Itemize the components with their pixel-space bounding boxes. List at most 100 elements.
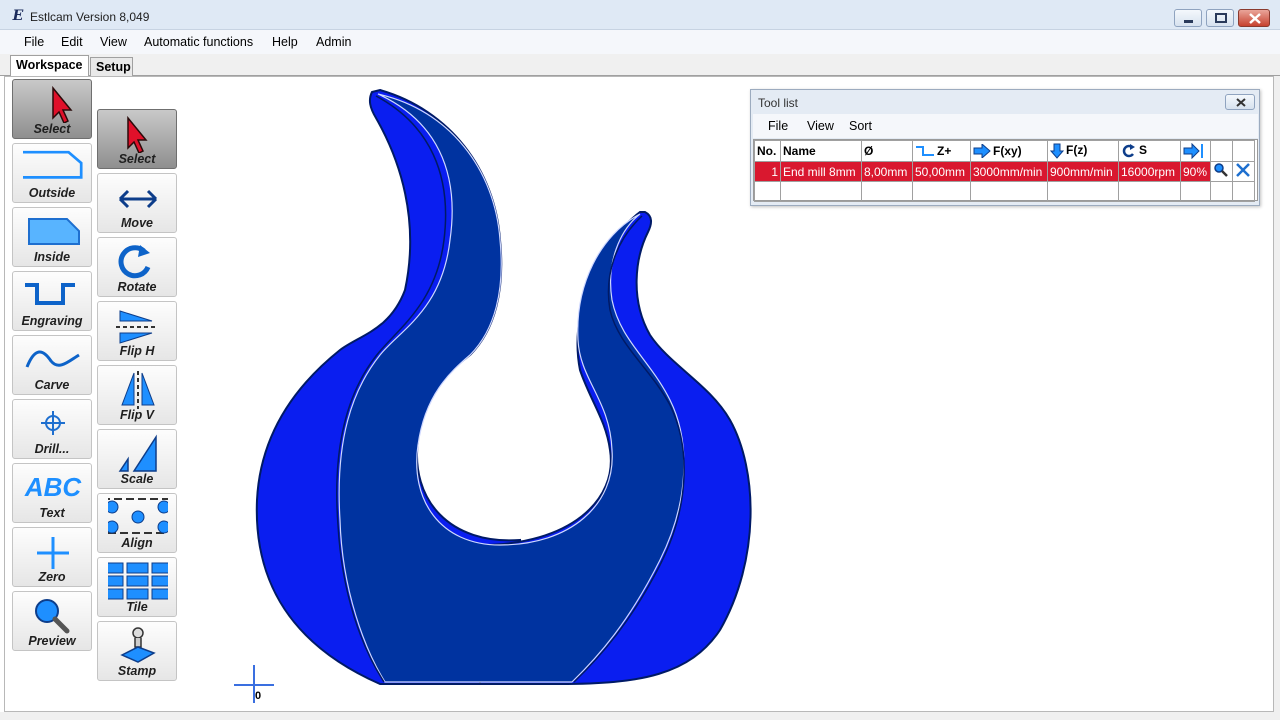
carve-icon <box>25 350 80 368</box>
select-transform-button[interactable]: Select <box>97 109 177 169</box>
zero-tool-label: Zero <box>38 570 66 584</box>
delete-tool-icon <box>1236 163 1250 177</box>
table-header-row: No. Name Ø Z+ F(xy) F(z) S <box>754 140 1255 162</box>
table-row[interactable]: 1 End mill 8mm 8,00mm 50,00mm 3000mm/min… <box>754 161 1255 182</box>
arrow-down-icon <box>1049 143 1065 159</box>
column-header-fz[interactable]: F(z) <box>1047 140 1119 162</box>
engraving-tool-button[interactable]: Engraving <box>12 271 92 331</box>
tool-list-window: Tool list File View Sort No. Name Ø Z+ F… <box>750 89 1260 206</box>
column-header-step[interactable] <box>1180 140 1211 162</box>
rotate-label: Rotate <box>117 280 157 294</box>
preview-tool-label: Preview <box>28 634 76 648</box>
engraving-icon <box>25 283 75 305</box>
fz-label: F(z) <box>1066 143 1088 158</box>
zero-origin-label: 0 <box>255 690 262 702</box>
select-tool-label: Select <box>33 122 71 136</box>
text-abc-icon: ABC <box>24 472 82 502</box>
tool-list-menu-bar: File View Sort <box>753 114 1258 138</box>
cell-fxy[interactable]: 3000mm/min <box>970 161 1048 182</box>
stamp-button[interactable]: Stamp <box>97 621 177 681</box>
inside-contour-icon <box>28 218 80 245</box>
flip-v-button[interactable]: Flip V <box>97 365 177 425</box>
close-icon <box>1236 98 1246 107</box>
outside-tool-button[interactable]: Outside <box>12 143 92 203</box>
rotate-icon <box>118 245 151 279</box>
column-header-no[interactable]: No. <box>754 140 781 162</box>
rotate-button[interactable]: Rotate <box>97 237 177 297</box>
search-icon <box>1214 163 1228 177</box>
column-header-spindle[interactable]: S <box>1118 140 1181 162</box>
carve-tool-button[interactable]: Carve <box>12 335 92 395</box>
stamp-label: Stamp <box>117 664 157 678</box>
column-header-fxy[interactable]: F(xy) <box>970 140 1048 162</box>
tool-list-menu-view[interactable]: View <box>807 119 834 133</box>
tool-list-close-button[interactable] <box>1225 94 1255 110</box>
cell-search[interactable] <box>1210 161 1233 182</box>
arrow-right-stop-icon <box>1183 142 1203 160</box>
flip-v-label: Flip V <box>119 408 155 422</box>
cell-no[interactable]: 1 <box>754 161 781 182</box>
cell-spindle[interactable]: 16000rpm <box>1118 161 1181 182</box>
column-header-blank-2 <box>1232 140 1255 162</box>
cell-fz[interactable]: 900mm/min <box>1047 161 1119 182</box>
flip-h-label: Flip H <box>119 344 155 358</box>
arrow-right-icon <box>973 143 991 160</box>
scale-icon <box>118 434 157 472</box>
cursor-arrow-icon <box>52 85 73 123</box>
tile-icon <box>108 562 168 600</box>
column-header-blank-1 <box>1210 140 1233 162</box>
column-header-diameter[interactable]: Ø <box>861 140 913 162</box>
move-arrows-icon <box>118 189 158 209</box>
spindle-label: S <box>1139 143 1148 158</box>
inside-tool-button[interactable]: Inside <box>12 207 92 267</box>
column-header-name[interactable]: Name <box>780 140 862 162</box>
cell-diameter[interactable]: 8,00mm <box>861 161 913 182</box>
zero-tool-button[interactable]: Zero <box>12 527 92 587</box>
move-button[interactable]: Move <box>97 173 177 233</box>
drill-tool-label: Drill... <box>34 442 70 456</box>
table-row-empty[interactable] <box>754 181 1255 202</box>
tool-list-menu-sort[interactable]: Sort <box>849 119 872 133</box>
scale-label: Scale <box>120 472 154 486</box>
carve-tool-label: Carve <box>34 378 70 392</box>
engraving-tool-label: Engraving <box>21 314 83 328</box>
text-tool-button[interactable]: ABC Text <box>12 463 92 523</box>
magnifier-icon <box>35 599 70 634</box>
tool-table: No. Name Ø Z+ F(xy) F(z) S 1 End mill 8m… <box>754 140 1255 202</box>
cell-delete[interactable] <box>1232 161 1255 182</box>
outside-tool-label: Outside <box>28 186 76 200</box>
cell-z-plus[interactable]: 50,00mm <box>912 161 971 182</box>
align-button[interactable]: Align <box>97 493 177 553</box>
z-plus-step-icon <box>916 146 934 157</box>
select-tool-button[interactable]: Select <box>12 79 92 139</box>
scale-button[interactable]: Scale <box>97 429 177 489</box>
preview-tool-button[interactable]: Preview <box>12 591 92 651</box>
align-icon <box>108 498 168 534</box>
flame-inner-region[interactable] <box>338 93 685 683</box>
zero-origin-icon[interactable] <box>232 665 276 705</box>
z-plus-label: Z+ <box>937 143 952 158</box>
tool-list-menu-file[interactable]: File <box>768 119 788 133</box>
column-header-z-plus[interactable]: Z+ <box>912 140 971 162</box>
outside-contour-icon <box>23 150 83 179</box>
tile-label: Tile <box>126 600 148 614</box>
select-transform-label: Select <box>118 152 156 166</box>
stamp-icon <box>120 627 156 663</box>
flip-horizontal-icon <box>116 310 156 344</box>
drill-tool-button[interactable]: Drill... <box>12 399 92 459</box>
tool-list-grid: No. Name Ø Z+ F(xy) F(z) S 1 End mill 8m… <box>753 139 1258 202</box>
spindle-rotate-icon <box>1122 144 1135 158</box>
flip-h-button[interactable]: Flip H <box>97 301 177 361</box>
text-tool-label: Text <box>39 506 65 520</box>
fxy-label: F(xy) <box>993 143 1022 158</box>
inside-tool-label: Inside <box>33 250 71 264</box>
cell-name[interactable]: End mill 8mm <box>780 161 862 182</box>
move-label: Move <box>121 216 153 230</box>
tool-list-title: Tool list <box>758 96 799 110</box>
align-label: Align <box>121 536 153 550</box>
flip-vertical-icon <box>121 371 155 409</box>
cell-percent[interactable]: 90% <box>1180 161 1211 182</box>
tile-button[interactable]: Tile <box>97 557 177 617</box>
drill-icon <box>41 411 65 435</box>
cursor-arrow-icon <box>127 115 148 153</box>
